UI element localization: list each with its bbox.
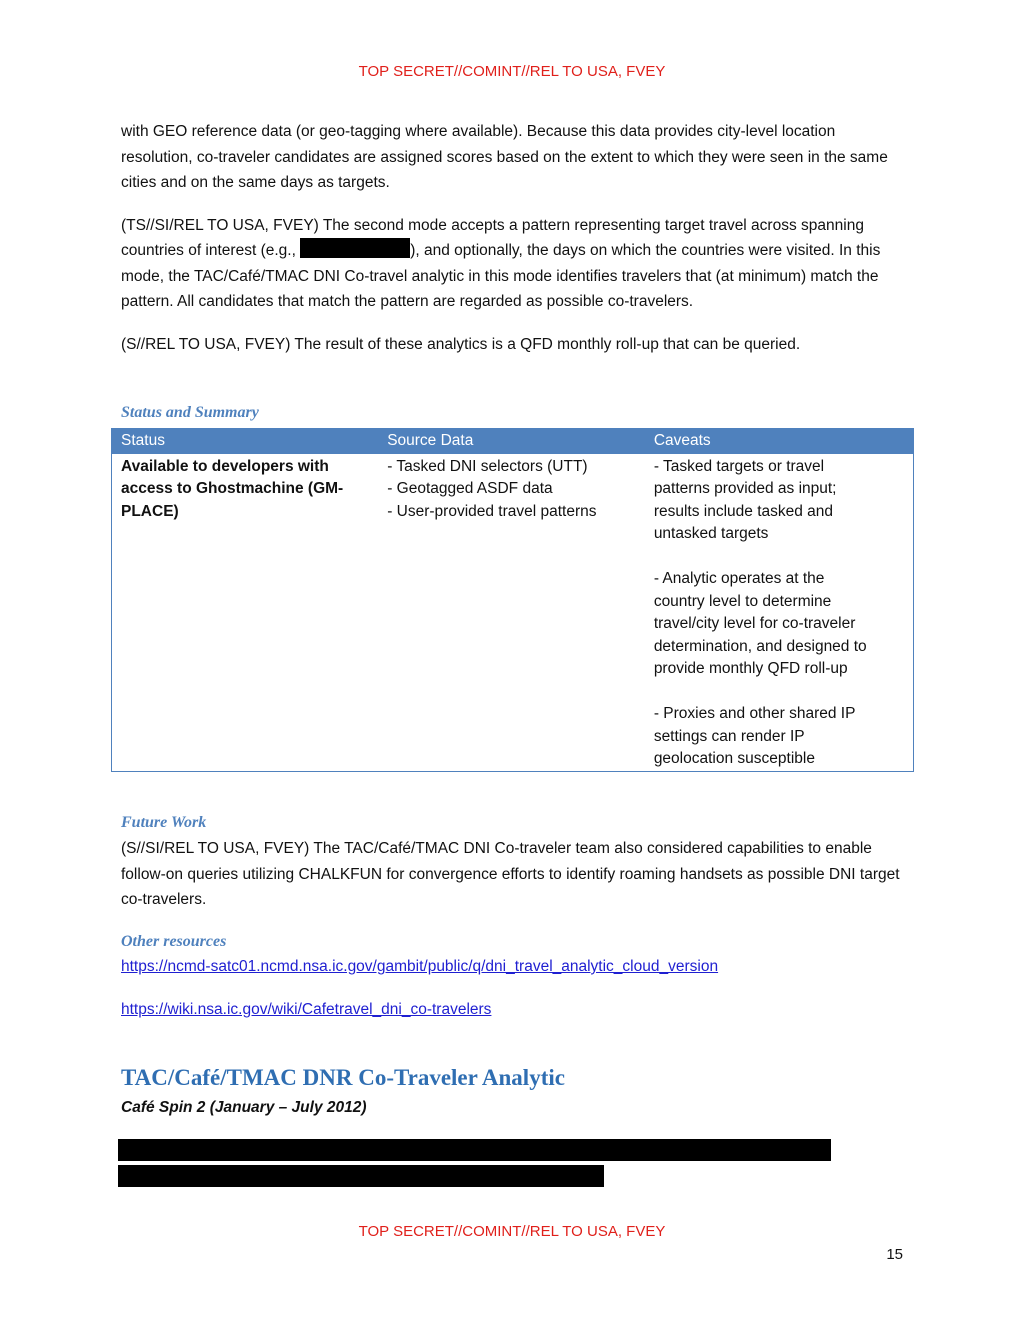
paragraph-second-mode: (TS//SI/REL TO USA, FVEY) The second mod… <box>121 213 911 315</box>
redaction-bar <box>118 1165 604 1187</box>
source-line: - User-provided travel patterns <box>387 502 597 520</box>
section-subtitle: Café Spin 2 (January – July 2012) <box>121 1099 367 1116</box>
source-data-cell: - Tasked DNI selectors (UTT) - Geotagged… <box>378 454 645 772</box>
resource-link-gambit[interactable]: https://ncmd-satc01.ncmd.nsa.ic.gov/gamb… <box>121 958 718 976</box>
caveats-cell: - Tasked targets or travel patterns prov… <box>645 454 914 772</box>
classification-banner-top: TOP SECRET//COMINT//REL TO USA, FVEY <box>358 63 666 80</box>
classification-banner-bottom: TOP SECRET//COMINT//REL TO USA, FVEY <box>358 1223 666 1240</box>
caveat-line: determination, and designed to <box>653 637 867 655</box>
status-line: access to Ghostmachine (GM- <box>121 480 344 497</box>
caveat-line: geolocation susceptible <box>653 750 815 767</box>
caveat-spacer <box>654 546 904 569</box>
section-title: TAC/Café/TMAC DNR Co-Traveler Analytic <box>121 1065 565 1090</box>
future-work-heading: Future Work <box>121 814 207 831</box>
body-text-block: with GEO reference data (or geo-tagging … <box>121 119 911 357</box>
page-number: 15 <box>886 1246 903 1263</box>
caveat-line: - Tasked targets or travel <box>653 457 825 475</box>
document-page: TOP SECRET//COMINT//REL TO USA, FVEY wit… <box>0 0 1024 1325</box>
other-resources-heading: Other resources <box>121 933 227 950</box>
future-work-text: (S//SI/REL TO USA, FVEY) The TAC/Café/TM… <box>121 840 900 908</box>
paragraph-geo-reference: with GEO reference data (or geo-tagging … <box>121 123 888 191</box>
caveat-line: travel/city level for co-traveler <box>653 615 856 632</box>
caveat-line: country level to determine <box>653 592 832 610</box>
caveat-line: results include tasked and <box>653 502 834 520</box>
caveat-line: - Analytic operates at the <box>653 570 825 587</box>
status-line: PLACE) <box>121 502 179 520</box>
source-line: - Tasked DNI selectors (UTT) <box>387 457 588 475</box>
status-line: Available to developers with <box>121 457 329 475</box>
status-summary-table: Status Source Data Caveats Available to … <box>111 428 914 772</box>
table-header-row: Status Source Data Caveats <box>111 428 914 454</box>
redaction-bar <box>118 1139 831 1161</box>
source-line: - Geotagged ASDF data <box>387 480 553 497</box>
column-header-status: Status <box>111 428 379 454</box>
column-header-caveats: Caveats <box>644 428 914 454</box>
column-header-source-data: Source Data <box>378 428 645 454</box>
caveat-spacer <box>654 681 904 704</box>
status-cell: Available to developers with access to G… <box>112 454 379 772</box>
caveat-line: patterns provided as input; <box>653 480 837 497</box>
caveat-line: settings can render IP <box>653 727 805 745</box>
caveat-line: untasked targets <box>653 525 769 542</box>
status-summary-heading: Status and Summary <box>121 404 259 421</box>
caveat-line: - Proxies and other shared IP <box>653 705 856 722</box>
resource-link-wiki[interactable]: https://wiki.nsa.ic.gov/wiki/Cafetravel_… <box>121 1001 491 1019</box>
redaction-inline <box>300 238 411 258</box>
paragraph-result: (S//REL TO USA, FVEY) The result of thes… <box>121 335 801 353</box>
caveat-line: provide monthly QFD roll-up <box>653 660 848 677</box>
table-row: Available to developers with access to G… <box>112 454 914 772</box>
